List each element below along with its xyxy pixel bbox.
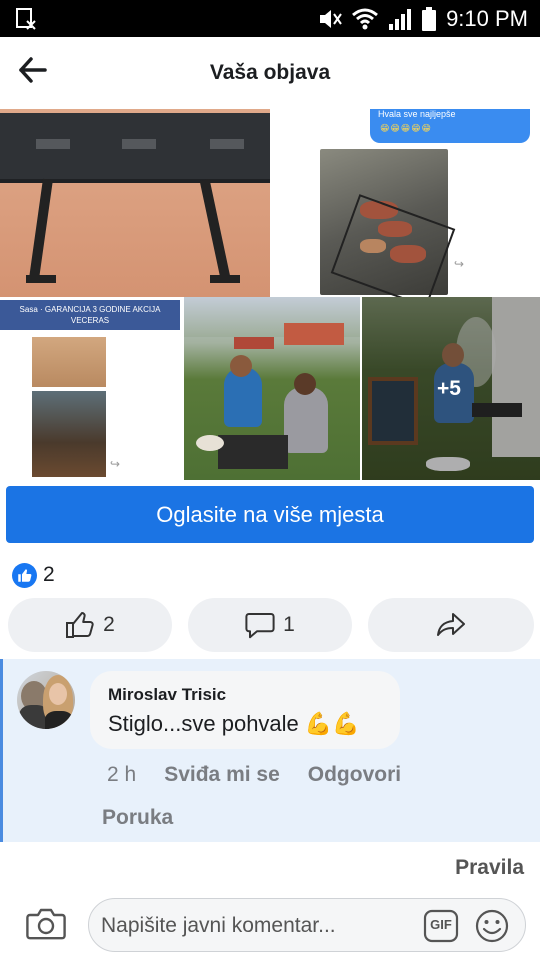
comment-text: Stiglo...sve pohvale 💪💪	[108, 711, 360, 736]
comment-count: 1	[283, 613, 295, 636]
avatar[interactable]	[17, 671, 75, 729]
rules-link[interactable]: Pravila	[455, 856, 524, 880]
battery-icon	[422, 6, 437, 31]
comment-message-action[interactable]: Poruka	[102, 806, 173, 830]
camera-button[interactable]	[26, 906, 66, 942]
wifi-icon	[352, 8, 379, 30]
emoji-button[interactable]	[474, 908, 510, 944]
screenshot-image-2	[32, 391, 106, 477]
share-icon-mini-2: ↪	[110, 457, 121, 471]
comment-bubble[interactable]: Miroslav Trisic Stiglo...sve pohvale 💪💪	[90, 671, 400, 749]
gif-button[interactable]: GIF	[423, 909, 459, 943]
screenshot-icon	[14, 7, 38, 31]
reaction-summary[interactable]: 2	[12, 561, 55, 589]
screenshot-header: Sasa · GARANCIJA 3 GODINE AKCIJA VECERAS	[0, 300, 180, 330]
comment-button[interactable]: 1	[188, 598, 352, 652]
comment-time: 2 h	[107, 763, 137, 786]
chat-bubble: Hvala sve najljepše 😁😁😁😁😁	[370, 109, 530, 143]
screenshot-image-1	[32, 337, 106, 387]
more-photos-count: +5	[437, 377, 461, 400]
comment-author[interactable]: Miroslav Trisic	[108, 685, 226, 705]
comment-reply-action[interactable]: Odgovori	[308, 763, 401, 787]
chat-snippet: Hvala sve najljepše	[378, 109, 456, 119]
camera-icon	[26, 908, 66, 940]
status-bar: 9:10 PM	[0, 0, 540, 37]
photo-chat-bbq[interactable]: Hvala sve najljepše 😁😁😁😁😁 ↪	[270, 109, 540, 297]
reaction-count: 2	[43, 563, 55, 586]
promote-button[interactable]: Oglasite na više mjesta	[6, 486, 534, 543]
photo-kids-grilling[interactable]	[184, 297, 360, 480]
like-icon	[66, 612, 94, 638]
comment-icon	[245, 613, 275, 639]
comment-composer: GIF	[88, 898, 526, 952]
post-photo-grid: Hvala sve najljepše 😁😁😁😁😁 ↪ Sasa · GARAN…	[0, 109, 540, 480]
mute-icon	[318, 8, 342, 30]
bbq-image	[320, 149, 456, 297]
gif-label: GIF	[430, 917, 452, 932]
comment-input[interactable]	[99, 909, 413, 943]
action-row: 2 1	[8, 598, 534, 654]
like-badge-icon	[12, 562, 37, 588]
photo-screenshot[interactable]: Sasa · GARANCIJA 3 GODINE AKCIJA VECERAS…	[0, 297, 182, 480]
page-title: Vaša objava	[209, 61, 331, 84]
like-count: 2	[103, 613, 115, 636]
share-button[interactable]	[368, 598, 534, 652]
share-icon-mini: ↪	[454, 257, 465, 271]
signal-icon	[388, 8, 412, 30]
header: Vaša objava	[0, 37, 540, 109]
comment-like-action[interactable]: Sviđa mi se	[164, 763, 280, 787]
comment-meta: 2 h Sviđa mi se Odgovori	[107, 763, 401, 787]
photo-grill[interactable]	[0, 109, 270, 297]
status-time: 9:10 PM	[446, 5, 528, 31]
comment-item: Miroslav Trisic Stiglo...sve pohvale 💪💪 …	[0, 659, 540, 842]
emoji-row: 😁😁😁😁😁	[380, 123, 432, 133]
smiley-icon	[475, 909, 509, 943]
like-button[interactable]: 2	[8, 598, 172, 652]
share-icon	[437, 613, 465, 636]
